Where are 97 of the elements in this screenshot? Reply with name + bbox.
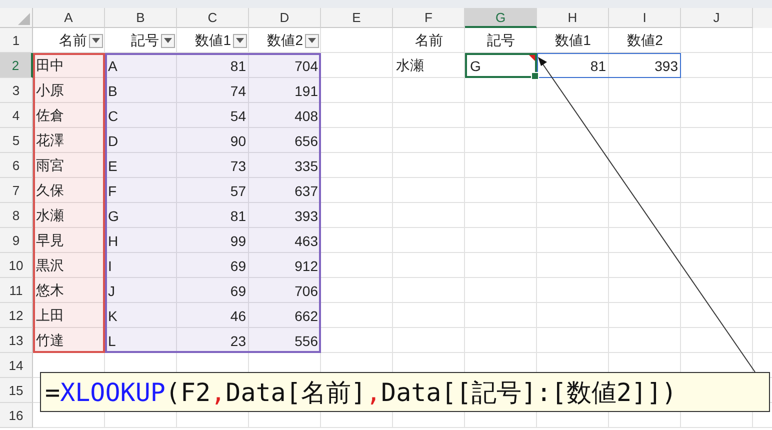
table-cell: 54: [230, 108, 246, 124]
caret-icon: [164, 38, 172, 43]
table-cell: 637: [294, 182, 318, 198]
column-header-label: 名前: [59, 32, 87, 50]
column-header[interactable]: F: [393, 8, 465, 28]
filter-dropdown-button[interactable]: [161, 34, 175, 48]
row-header[interactable]: 4: [0, 103, 33, 128]
table-cell: 556: [294, 332, 318, 348]
table-cell: 早見: [36, 232, 64, 250]
table-cell: 463: [294, 232, 318, 248]
filter-dropdown-button[interactable]: [233, 34, 247, 48]
row-header[interactable]: 10: [0, 253, 33, 278]
formula-callout: =XLOOKUP(F2,Data[名前],Data[[記号]:[数値2]]): [40, 372, 770, 412]
table-cell: 662: [294, 308, 318, 324]
table-cell: 81: [230, 208, 246, 224]
table-cell: 竹達: [36, 332, 64, 350]
table-cell: 雨宮: [36, 156, 64, 174]
table-cell: 46: [230, 308, 246, 324]
table-cell: 73: [230, 158, 246, 174]
column-header[interactable]: H: [537, 8, 609, 28]
table-cell: 81: [230, 58, 246, 74]
result-cell[interactable]: 水瀬: [393, 53, 465, 78]
column-header[interactable]: I: [609, 8, 681, 28]
table-cell: 佐倉: [36, 106, 64, 124]
table-cell: 335: [294, 158, 318, 174]
selected-cell[interactable]: G: [465, 53, 537, 78]
table-cell: G: [108, 208, 119, 224]
row-header[interactable]: 15: [0, 378, 33, 403]
table-cell: C: [108, 108, 118, 124]
column-header[interactable]: E: [321, 8, 393, 28]
lookup-header: 記号: [487, 32, 515, 50]
table-cell: 912: [294, 258, 318, 274]
row-header[interactable]: 6: [0, 153, 33, 178]
table-cell: 悠木: [36, 282, 64, 300]
column-header[interactable]: B: [105, 8, 177, 28]
filter-dropdown-button[interactable]: [89, 34, 103, 48]
table-cell: 黒沢: [36, 256, 64, 274]
caret-icon: [92, 38, 100, 43]
row-header[interactable]: 5: [0, 128, 33, 153]
table-cell: 69: [230, 258, 246, 274]
row-header[interactable]: 16: [0, 403, 33, 428]
table-cell: I: [108, 258, 112, 274]
comment-indicator-icon: [529, 55, 535, 61]
column-header[interactable]: C: [177, 8, 249, 28]
row-header[interactable]: 7: [0, 178, 33, 203]
column-header[interactable]: A: [33, 8, 105, 28]
table-cell: F: [108, 182, 117, 198]
caret-icon: [308, 38, 316, 43]
row-header[interactable]: 3: [0, 78, 33, 103]
caret-icon: [236, 38, 244, 43]
table-cell: 花澤: [36, 132, 64, 150]
table-cell: K: [108, 308, 118, 324]
table-cell: 706: [294, 282, 318, 298]
table-cell: 久保: [36, 182, 64, 200]
row-header[interactable]: 2: [0, 53, 33, 78]
row-header[interactable]: 12: [0, 303, 33, 328]
table-cell: 656: [294, 132, 318, 148]
table-cell: 57: [230, 182, 246, 198]
table-cell: A: [108, 58, 118, 74]
row-header[interactable]: 14: [0, 353, 33, 378]
table-cell: 69: [230, 282, 246, 298]
table-cell: 田中: [36, 56, 64, 74]
table-cell: 408: [294, 108, 318, 124]
table-cell: 191: [294, 82, 318, 98]
table-cell: 水瀬: [36, 206, 64, 224]
filter-dropdown-button[interactable]: [305, 34, 319, 48]
table-cell: 90: [230, 132, 246, 148]
table-cell: 704: [294, 58, 318, 74]
column-header[interactable]: D: [249, 8, 321, 28]
row-header[interactable]: 13: [0, 328, 33, 353]
table-cell: L: [108, 332, 116, 348]
result-cell[interactable]: 81: [537, 53, 609, 78]
result-cell[interactable]: 393: [609, 53, 681, 78]
table-cell: 74: [230, 82, 246, 98]
lookup-header: 名前: [415, 32, 443, 50]
column-header[interactable]: G: [465, 8, 537, 28]
column-header-label: 数値1: [195, 32, 231, 50]
lookup-header: 数値2: [627, 32, 663, 50]
table-cell: H: [108, 232, 118, 248]
column-header-label: 数値2: [267, 32, 303, 50]
table-cell: D: [108, 132, 118, 148]
table-cell: J: [108, 282, 115, 298]
row-header[interactable]: 1: [0, 28, 33, 53]
table-cell: 99: [230, 232, 246, 248]
table-cell: 小原: [36, 82, 64, 100]
column-header[interactable]: J: [681, 8, 753, 28]
fill-handle[interactable]: [531, 72, 539, 80]
row-header[interactable]: 11: [0, 278, 33, 303]
table-cell: E: [108, 158, 118, 174]
row-header[interactable]: 8: [0, 203, 33, 228]
table-cell: 23: [230, 332, 246, 348]
lookup-header: 数値1: [555, 32, 591, 50]
column-header-label: 記号: [131, 32, 159, 50]
table-cell: B: [108, 82, 118, 98]
table-cell: 393: [294, 208, 318, 224]
row-header[interactable]: 9: [0, 228, 33, 253]
table-cell: 上田: [36, 306, 64, 324]
